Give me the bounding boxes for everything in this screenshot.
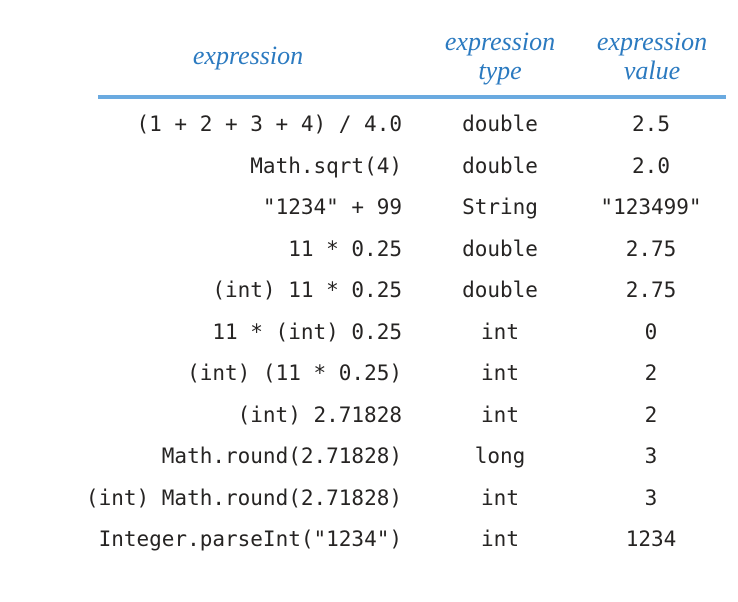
cell-expression-value: 2.75 [625, 236, 677, 261]
table-row: "1234" + 99 String "123499" [0, 187, 738, 229]
cell-expression-value: 0 [644, 319, 658, 344]
cell-expression-type: int [481, 402, 519, 427]
cell-expression: Math.round(2.71828) [161, 444, 402, 468]
table-row: (int) 11 * 0.25 double 2.75 [0, 270, 738, 312]
cell-expression-type: double [462, 153, 538, 178]
cell-expression: (int) Math.round(2.71828) [85, 485, 402, 510]
table-row: Math.sqrt(4) double 2.0 [0, 146, 738, 188]
cell-expression-type: double [462, 278, 538, 302]
column-header-expression-value: expression value [596, 27, 708, 85]
table-row: 11 * (int) 0.25 int 0 [0, 312, 738, 354]
column-header-expression: expression [192, 41, 304, 70]
cell-expression-type: int [481, 485, 519, 510]
table-body: (1 + 2 + 3 + 4) / 4.0 double 2.5 Math.sq… [0, 104, 738, 561]
table-row: (1 + 2 + 3 + 4) / 4.0 double 2.5 [0, 104, 738, 146]
table-row: (int) Math.round(2.71828) int 3 [0, 478, 738, 520]
cell-expression-value: 2.0 [632, 153, 670, 178]
cell-expression-type: double [462, 236, 538, 261]
header-rule-divider [98, 95, 726, 99]
cell-expression-type: long [474, 444, 526, 468]
cell-expression-value: "123499" [600, 195, 702, 219]
cell-expression-value: 1234 [625, 527, 677, 551]
column-header-expression-type: expression type [444, 27, 556, 85]
cell-expression-type: int [481, 527, 519, 551]
cell-expression-value: 2.5 [632, 112, 670, 136]
cell-expression: (int) 11 * 0.25 [212, 278, 402, 302]
cell-expression: (int) (11 * 0.25) [187, 361, 402, 385]
cell-expression-value: 2 [644, 402, 658, 427]
cell-expression: (int) 2.71828 [237, 402, 402, 427]
clipped-caption [0, 594, 738, 602]
cell-expression: Integer.parseInt("1234") [98, 527, 402, 551]
cell-expression: 11 * 0.25 [288, 236, 402, 261]
cell-expression: (1 + 2 + 3 + 4) / 4.0 [136, 112, 402, 136]
cell-expression-type: String [462, 195, 538, 219]
cell-expression: "1234" + 99 [262, 195, 402, 219]
table-row: 11 * 0.25 double 2.75 [0, 229, 738, 271]
cell-expression-value: 3 [644, 485, 658, 510]
cell-expression-type: double [462, 112, 538, 136]
expression-table-figure: expression expression type expression va… [0, 0, 738, 602]
table-row: (int) 2.71828 int 2 [0, 395, 738, 437]
cell-expression: Math.sqrt(4) [250, 153, 402, 178]
cell-expression-type: int [481, 361, 519, 385]
table-row: Integer.parseInt("1234") int 1234 [0, 519, 738, 561]
table-header-row: expression expression type expression va… [0, 26, 738, 88]
table-row: (int) (11 * 0.25) int 2 [0, 353, 738, 395]
cell-expression-value: 2.75 [625, 278, 677, 302]
table-row: Math.round(2.71828) long 3 [0, 436, 738, 478]
cell-expression-type: int [481, 319, 519, 344]
cell-expression-value: 2 [644, 361, 658, 385]
cell-expression: 11 * (int) 0.25 [212, 319, 402, 344]
cell-expression-value: 3 [644, 444, 658, 468]
